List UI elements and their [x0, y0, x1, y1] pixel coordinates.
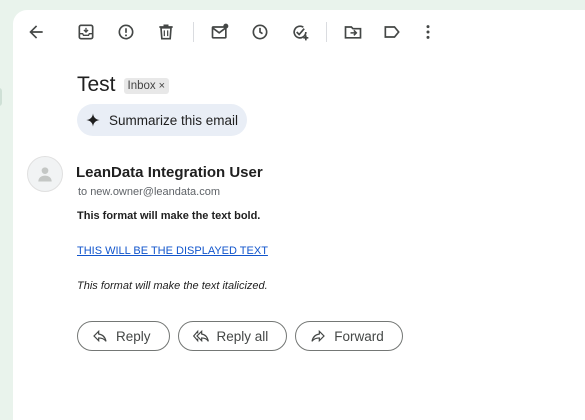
body-bold-text: This format will make the text bold. [77, 210, 261, 222]
report-spam-icon[interactable] [114, 20, 138, 44]
avatar[interactable] [27, 156, 63, 192]
delete-icon[interactable] [154, 20, 178, 44]
reply-all-button[interactable]: Reply all [177, 321, 288, 351]
reply-actions: Reply Reply all Forward [77, 321, 403, 351]
body-link[interactable]: THIS WILL BE THE DISPLAYED TEXT [77, 245, 268, 257]
forward-label: Forward [334, 328, 384, 344]
email-toolbar [13, 10, 585, 54]
subject-row: Test Inbox × [77, 73, 170, 97]
label-icon[interactable] [380, 20, 404, 44]
summarize-button[interactable]: Summarize this email [77, 104, 247, 136]
inbox-label-chip[interactable]: Inbox × [123, 78, 170, 94]
add-to-tasks-icon[interactable] [288, 20, 312, 44]
email-view-panel: Test Inbox × Summarize this email LeanDa… [13, 10, 585, 420]
toolbar-divider [326, 22, 327, 42]
archive-icon[interactable] [74, 20, 98, 44]
default-avatar-icon [38, 167, 52, 182]
reply-all-label: Reply all [216, 328, 269, 344]
side-panel-handle [0, 88, 2, 106]
email-subject: Test [77, 73, 116, 96]
remove-label-icon[interactable]: × [159, 80, 165, 92]
sparkle-icon [86, 113, 100, 127]
label-chip-text: Inbox [127, 80, 156, 92]
summarize-label: Summarize this email [109, 112, 239, 128]
toolbar-divider [193, 22, 194, 42]
recipient-line[interactable]: to new.owner@leandata.com [78, 186, 220, 198]
reply-button[interactable]: Reply [77, 321, 170, 351]
forward-icon [311, 329, 326, 343]
body-italic-text: This format will make the text italicize… [77, 280, 268, 292]
back-icon[interactable] [24, 20, 48, 44]
reply-icon [93, 329, 107, 343]
forward-button[interactable]: Forward [295, 321, 403, 351]
mark-unread-icon[interactable] [208, 20, 232, 44]
more-options-icon[interactable] [416, 20, 440, 44]
sender-name[interactable]: LeanData Integration User [76, 164, 263, 181]
to-prefix: to [78, 186, 88, 198]
recipient-address: new.owner@leandata.com [90, 186, 220, 198]
reply-all-icon [192, 329, 209, 343]
snooze-icon[interactable] [248, 20, 272, 44]
move-to-icon[interactable] [341, 20, 365, 44]
reply-label: Reply [116, 328, 151, 344]
